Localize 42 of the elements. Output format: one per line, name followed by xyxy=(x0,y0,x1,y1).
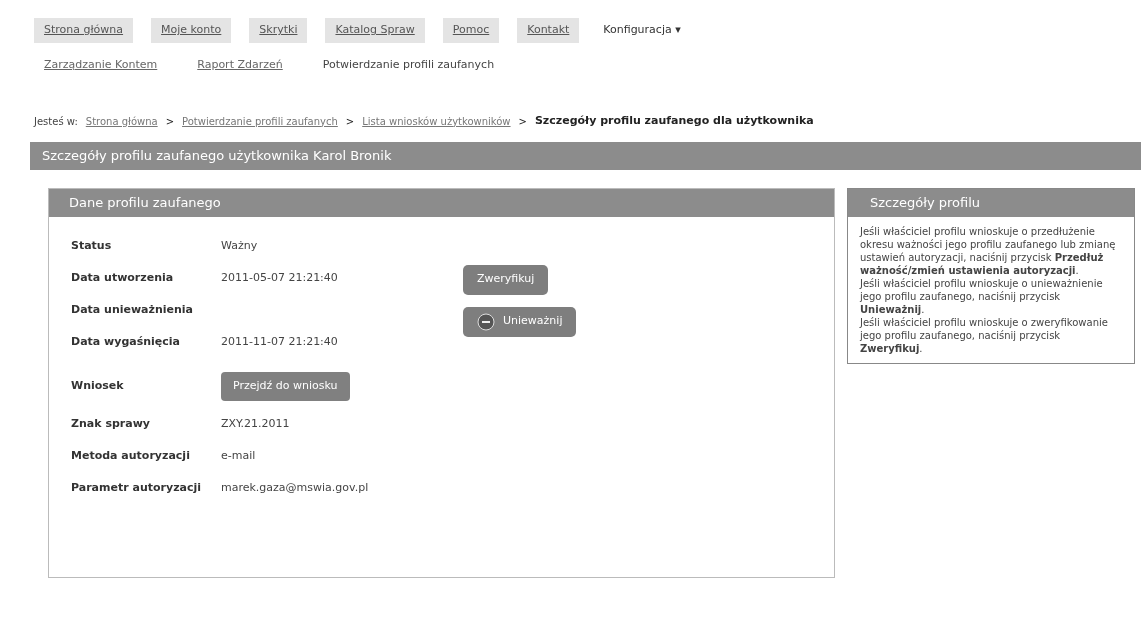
subnav-link[interactable]: Raport Zdarzeń xyxy=(197,56,283,73)
field-label: Data wygaśnięcia xyxy=(71,334,182,351)
subnav-link[interactable]: Potwierdzanie profili zaufanych xyxy=(322,56,495,73)
cancel-icon xyxy=(477,312,495,331)
help-text: Jeśli właściciel profilu wnioskuje o unieważnienie jego profilu zaufanego, naciśnij przycisk Unieważnij. xyxy=(860,276,1104,316)
page-title: Szczegóły profilu zaufanego użytkownika Karol Bronik xyxy=(30,141,1141,170)
field-value: 2011-05-07 21:21:40 xyxy=(221,270,338,287)
breadcrumb-separator: > xyxy=(165,114,175,129)
breadcrumb-current: Szczegóły profilu zaufanego dla użytkownika xyxy=(534,113,814,129)
field-label: Data utworzenia xyxy=(71,270,175,287)
nav-tab[interactable]: Katalog Spraw xyxy=(325,18,425,43)
field-label: Wniosek xyxy=(71,378,125,395)
breadcrumb-link[interactable]: Potwierdzanie profili zaufanych xyxy=(182,113,338,129)
field-value: Ważny xyxy=(221,238,258,255)
field-value: marek.gaza@mswia.gov.pl xyxy=(221,480,369,497)
panel-title: Szczegóły profilu xyxy=(848,188,1134,217)
field-label: Metoda autoryzacji xyxy=(71,448,191,465)
breadcrumb-separator: > xyxy=(518,114,527,129)
nav-tab[interactable]: Konfiguracja ▾ xyxy=(597,18,687,43)
field-value: ZXY.21.2011 xyxy=(221,416,290,433)
action-button[interactable]: Zweryfikuj xyxy=(463,264,549,295)
action-button[interactable]: Unieważnij xyxy=(463,306,577,337)
breadcrumb-link[interactable]: Strona główna xyxy=(85,113,158,129)
help-text: Jeśli właściciel profilu wnioskuje o zweryfikowanie jego profilu zaufanego, naciśnij przycisk Zweryfikuj. xyxy=(860,315,1109,355)
field-label: Status xyxy=(71,238,113,255)
subnav-link[interactable]: Zarządzanie Kontem xyxy=(44,56,158,73)
panel-title: Dane profilu zaufanego xyxy=(49,188,834,217)
nav-tab[interactable]: Strona główna xyxy=(34,18,134,43)
nav-tab[interactable]: Pomoc xyxy=(442,18,500,43)
nav-tab[interactable]: Kontakt xyxy=(517,18,580,43)
help-text: Jeśli właściciel profilu wnioskuje o przedłużenie okresu ważności jego profilu zaufanego lub zmianę ustawień autoryzacji, naciśnij przycisk Przedłuż ważność/zmień ustawienia autoryzacji. xyxy=(860,224,1117,277)
nav-tab[interactable]: Skrytki xyxy=(249,18,308,43)
field-label: Parametr autoryzacji xyxy=(71,480,203,497)
breadcrumb-prefix: Jesteś w: xyxy=(34,114,78,129)
open-request-button[interactable]: Przejdź do wniosku xyxy=(221,372,350,401)
field-value: 2011-11-07 21:21:40 xyxy=(221,334,338,351)
field-label: Data unieważnienia xyxy=(71,302,195,319)
breadcrumb-separator: > xyxy=(345,114,355,129)
field-label: Znak sprawy xyxy=(71,416,151,433)
field-value: e-mail xyxy=(221,448,256,465)
breadcrumb-link[interactable]: Lista wniosków użytkowników xyxy=(362,113,511,129)
nav-tab[interactable]: Moje konto xyxy=(151,18,232,43)
